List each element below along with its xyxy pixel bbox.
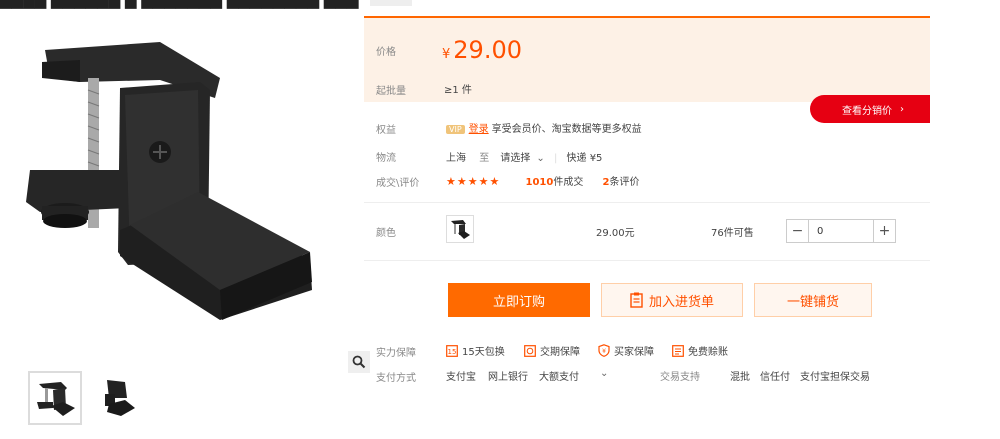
minus-icon: − — [791, 223, 804, 239]
trade-support-label: 交易支持 — [660, 372, 700, 383]
currency-symbol: ¥ — [442, 47, 451, 62]
moq-label: 起批量 — [376, 86, 406, 97]
guarantee-label: 买家保障 — [614, 347, 654, 358]
divider — [364, 202, 930, 203]
divider — [364, 260, 930, 261]
product-title-cropped: ▇▇▇▇ ▇▇▇▇▇▇ ▇ ▇▇▇▇▇▇▇ ▇▇▇▇▇▇▇▇ ▇▇▇ — [0, 0, 413, 9]
shield-icon: ¥ — [598, 344, 610, 357]
shipping-fee: 快递 ¥5 — [566, 153, 603, 164]
one-click-distribute-label: 一键铺货 — [786, 294, 839, 310]
price-box: 价格 ¥29.00 起批量 ≥1 件 — [364, 16, 930, 102]
rating-stars: ★★★★★ — [446, 175, 501, 188]
minus-button[interactable]: − — [787, 220, 809, 242]
thumbnail-2[interactable] — [90, 371, 144, 425]
sold-count: 1010 — [525, 177, 554, 188]
view-distribution-price-button[interactable]: 查看分销价 › — [810, 95, 930, 123]
price-amount: 29.00 — [453, 36, 522, 64]
logistics-row: 上海 至 请选择 ⌄ | 快递 ¥5 — [446, 153, 603, 164]
trade-support-item: 支付宝担保交易 — [800, 372, 870, 383]
thumbnail-1[interactable] — [28, 371, 82, 425]
guarantees-label: 实力保障 — [376, 348, 416, 359]
color-label: 颜色 — [376, 228, 396, 239]
benefits-row: VIP 登录 享受会员价、淘宝数据等更多权益 — [446, 120, 642, 135]
quantity-stepper: − + — [786, 219, 896, 243]
exchange-icon: 15 — [446, 344, 458, 357]
quantity-input[interactable] — [809, 220, 873, 242]
payment-method: 支付宝 — [446, 372, 476, 383]
vip-badge: VIP — [446, 125, 465, 134]
guarantee-item[interactable]: 15 15天包换 — [446, 343, 505, 358]
reviews-link[interactable]: 2条评价 — [603, 177, 640, 188]
distribution-button-label: 查看分销价 — [842, 105, 892, 117]
color-price: 29.00元 — [596, 228, 635, 239]
add-to-cart-button[interactable]: 加入进货单 — [601, 283, 743, 317]
buy-now-label: 立即订购 — [492, 294, 545, 310]
guarantee-label: 交期保障 — [540, 347, 580, 358]
transactions-label: 成交\评价 — [376, 178, 420, 189]
chevron-down-icon[interactable]: ⌄ — [600, 368, 608, 379]
color-swatch-image — [451, 220, 470, 239]
to-word: 至 — [479, 153, 490, 164]
login-link[interactable]: 登录 — [469, 124, 489, 135]
trade-support-item: 信任付 — [760, 372, 790, 383]
credit-icon — [672, 344, 684, 357]
product-info-panel: 价格 ¥29.00 起批量 ≥1 件 查看分销价 › 权益 VIP 登录 享受会员价… — [364, 16, 930, 384]
moq-value: ≥1 件 — [444, 85, 472, 96]
plus-icon: + — [878, 223, 891, 239]
benefits-text: 享受会员价、淘宝数据等更多权益 — [491, 124, 642, 135]
chevron-down-icon: ⌄ — [536, 153, 545, 164]
destination-value: 请选择 — [500, 153, 531, 164]
payment-label: 支付方式 — [376, 373, 416, 384]
benefits-label: 权益 — [376, 125, 396, 136]
thumbnail-strip — [28, 371, 144, 425]
guarantee-label: 免费赊账 — [688, 347, 728, 358]
destination-select[interactable]: 请选择 ⌄ — [500, 153, 544, 164]
payment-method: 网上银行 — [488, 372, 528, 383]
svg-text:¥: ¥ — [602, 348, 606, 355]
plus-button[interactable]: + — [873, 220, 895, 242]
guarantee-item[interactable]: 交期保障 — [524, 343, 580, 358]
chevron-right-icon: › — [900, 103, 904, 115]
guarantee-label: 15天包换 — [462, 347, 505, 358]
price-value: ¥29.00 — [442, 36, 522, 64]
product-page: ▇▇▇▇ ▇▇▇▇▇▇ ▇ ▇▇▇▇▇▇▇ ▇▇▇▇▇▇▇▇ ▇▇▇ 价格 ¥ … — [0, 0, 1000, 439]
zoom-icon — [352, 355, 366, 369]
guarantee-item[interactable]: 免费赊账 — [672, 343, 728, 358]
transactions-row: ★★★★★ 1010件成交 2条评价 — [446, 173, 640, 188]
sold-suffix: 件成交 — [553, 177, 584, 188]
review-count: 2 — [602, 177, 610, 188]
logistics-label: 物流 — [376, 153, 396, 164]
review-suffix: 条评价 — [609, 177, 640, 188]
payment-method: 大额支付 — [539, 372, 579, 383]
guarantee-item[interactable]: ¥ 买家保障 — [598, 343, 654, 358]
zoom-button[interactable] — [348, 351, 370, 373]
clock-icon — [524, 344, 536, 357]
price-label: 价格 — [376, 47, 396, 58]
buy-now-button[interactable]: 立即订购 — [448, 283, 590, 317]
clipboard-icon — [630, 292, 643, 308]
add-to-cart-label: 加入进货单 — [648, 294, 714, 310]
trade-support-item: 混批 — [730, 372, 750, 383]
product-main-image — [26, 42, 312, 320]
image-gallery — [20, 20, 370, 425]
color-swatch[interactable] — [446, 215, 474, 243]
svg-text:15: 15 — [448, 348, 457, 356]
ship-from: 上海 — [446, 153, 466, 164]
one-click-distribute-button[interactable]: 一键铺货 — [754, 283, 872, 317]
color-stock: 76件可售 — [711, 228, 754, 239]
